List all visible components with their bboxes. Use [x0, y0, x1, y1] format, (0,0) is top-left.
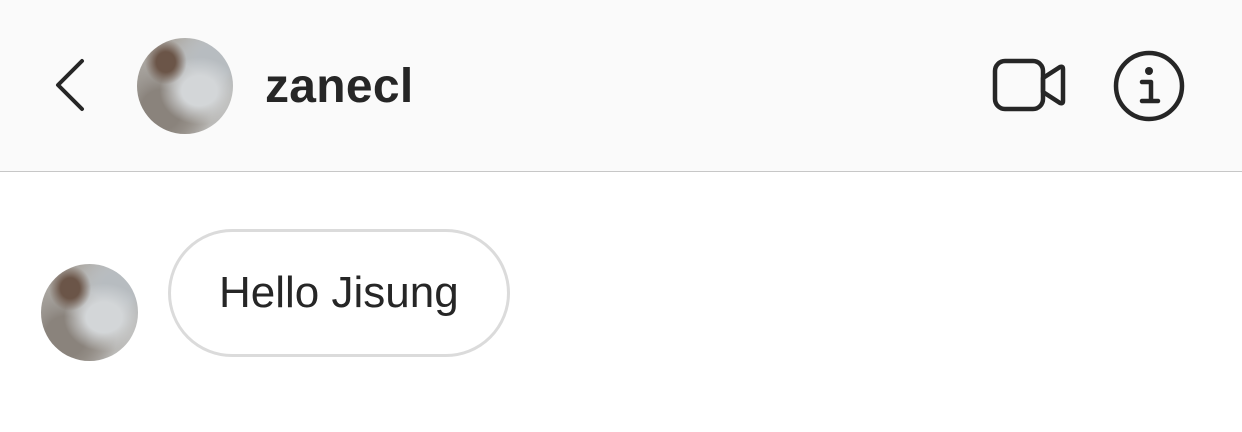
message-sender-avatar[interactable]	[41, 264, 138, 361]
back-button[interactable]	[40, 50, 100, 120]
conversation-info-button[interactable]	[1110, 48, 1188, 124]
chat-header: zanecl	[0, 0, 1242, 172]
message-bubble[interactable]: Hello Jisung	[168, 229, 510, 357]
contact-username[interactable]: zanecl	[265, 58, 414, 116]
video-camera-icon	[992, 58, 1066, 112]
message-text: Hello Jisung	[219, 268, 459, 317]
info-icon	[1113, 50, 1185, 122]
chevron-left-icon	[56, 59, 84, 111]
video-call-button[interactable]	[988, 52, 1070, 118]
contact-avatar[interactable]	[137, 38, 233, 134]
